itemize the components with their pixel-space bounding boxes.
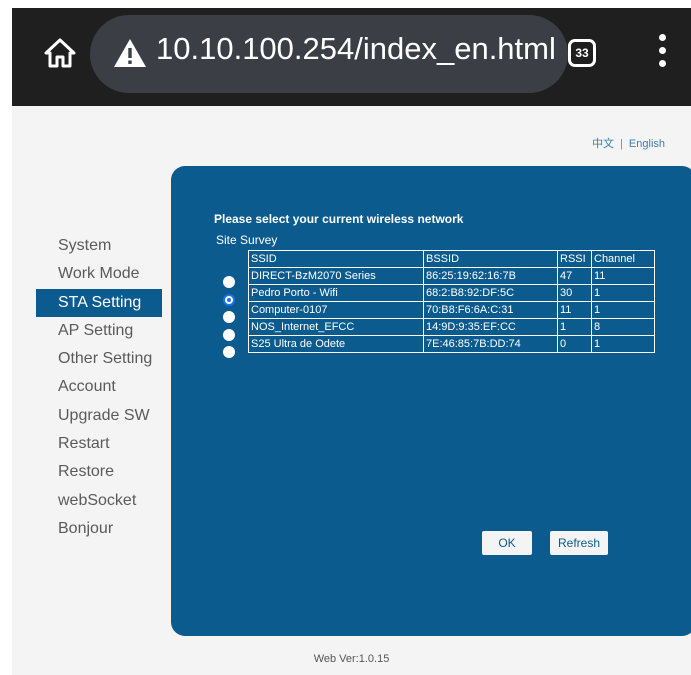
table-row[interactable]: S25 Ultra de Odete 7E:46:85:7B:DD:74 0 1 <box>248 335 655 353</box>
home-icon[interactable] <box>42 35 78 71</box>
cell-bssid: 86:25:19:62:16:7B <box>423 267 558 285</box>
sidebar-item-work-mode[interactable]: Work Mode <box>36 260 162 288</box>
table-row[interactable]: Computer-0107 70:B8:F6:6A:C:31 11 1 <box>248 301 655 319</box>
cell-bssid: 68:2:B8:92:DF:5C <box>423 284 558 302</box>
network-radio[interactable] <box>223 276 235 288</box>
warning-icon[interactable] <box>112 35 148 71</box>
column-header: Channel <box>591 250 655 268</box>
sidebar-item-websocket[interactable]: webSocket <box>36 487 162 515</box>
sidebar-item-bonjour[interactable]: Bonjour <box>36 515 162 543</box>
table-row[interactable]: DIRECT-BzM2070 Series 86:25:19:62:16:7B 47… <box>248 267 655 285</box>
cell-ssid: NOS_Internet_EFCC <box>248 318 424 336</box>
cell-rssi: 0 <box>557 335 592 353</box>
language-chinese-link[interactable]: 中文 <box>592 138 614 150</box>
cell-rssi: 11 <box>557 301 592 319</box>
language-switcher: 中文 | English <box>592 138 665 150</box>
cell-bssid: 7E:46:85:7B:DD:74 <box>423 335 558 353</box>
network-radio[interactable] <box>223 293 235 306</box>
sidebar-item-other-setting[interactable]: Other Setting <box>36 345 162 373</box>
sidebar-item-restore[interactable]: Restore <box>36 458 162 486</box>
sidebar-item-sta-setting[interactable]: STA Setting <box>36 288 162 317</box>
column-header: BSSID <box>423 250 558 268</box>
cell-ssid: Pedro Porto - Wifi <box>248 284 424 302</box>
sta-setting-panel: Please select your current wireless netw… <box>171 166 691 636</box>
cell-channel: 1 <box>591 284 655 302</box>
sidebar-item-restart[interactable]: Restart <box>36 430 162 458</box>
sidebar-item-ap-setting[interactable]: AP Setting <box>36 317 162 345</box>
url-text[interactable]: 10.10.100.254/index_en.html <box>156 31 556 67</box>
network-radio[interactable] <box>223 328 235 341</box>
column-header: SSID <box>248 250 424 268</box>
cell-channel: 1 <box>591 301 655 319</box>
cell-bssid: 14:9D:9:35:EF:CC <box>423 318 558 336</box>
cell-channel: 1 <box>591 335 655 353</box>
cell-rssi: 1 <box>557 318 592 336</box>
site-survey-table: SSID BSSID RSSI Channel DIRECT-BzM2070 S… <box>248 250 655 353</box>
sidebar-nav: System Work Mode STA Setting AP Setting Othe… <box>36 232 162 543</box>
network-radio-group <box>223 276 237 364</box>
cell-ssid: Computer-0107 <box>248 301 424 319</box>
cell-ssid: S25 Ultra de Odete <box>248 335 424 353</box>
network-radio[interactable] <box>223 346 235 358</box>
cell-ssid: DIRECT-BzM2070 Series <box>248 267 424 285</box>
site-survey-label: Site Survey <box>216 233 278 247</box>
language-english-link[interactable]: English <box>629 138 665 150</box>
web-version: Web Ver:1.0.15 <box>313 653 390 665</box>
cell-bssid: 70:B8:F6:6A:C:31 <box>423 301 558 319</box>
sidebar-item-system[interactable]: System <box>36 232 162 260</box>
table-row[interactable]: Pedro Porto - Wifi 68:2:B8:92:DF:5C 30 1 <box>248 284 655 302</box>
cell-channel: 11 <box>591 267 655 285</box>
panel-title: Please select your current wireless netw… <box>214 212 464 226</box>
sidebar-item-upgrade-sw[interactable]: Upgrade SW <box>36 402 162 430</box>
network-radio[interactable] <box>223 311 235 323</box>
browser-toolbar: 10.10.100.254/index_en.html 33 <box>12 8 691 106</box>
more-menu-icon[interactable] <box>658 34 666 74</box>
refresh-button[interactable]: Refresh <box>550 531 608 555</box>
ok-button[interactable]: OK <box>482 531 532 555</box>
column-header: RSSI <box>557 250 592 268</box>
sidebar-item-account[interactable]: Account <box>36 373 162 401</box>
table-row[interactable]: NOS_Internet_EFCC 14:9D:9:35:EF:CC 1 8 <box>248 318 655 336</box>
address-bar[interactable]: 10.10.100.254/index_en.html <box>90 15 568 93</box>
page-content: 中文 | English System Work Mode STA Setting AP … <box>12 106 691 675</box>
cell-channel: 8 <box>591 318 655 336</box>
table-header-row: SSID BSSID RSSI Channel <box>248 250 655 268</box>
cell-rssi: 47 <box>557 267 592 285</box>
cell-rssi: 30 <box>557 284 592 302</box>
tab-switcher-button[interactable]: 33 <box>568 39 596 67</box>
